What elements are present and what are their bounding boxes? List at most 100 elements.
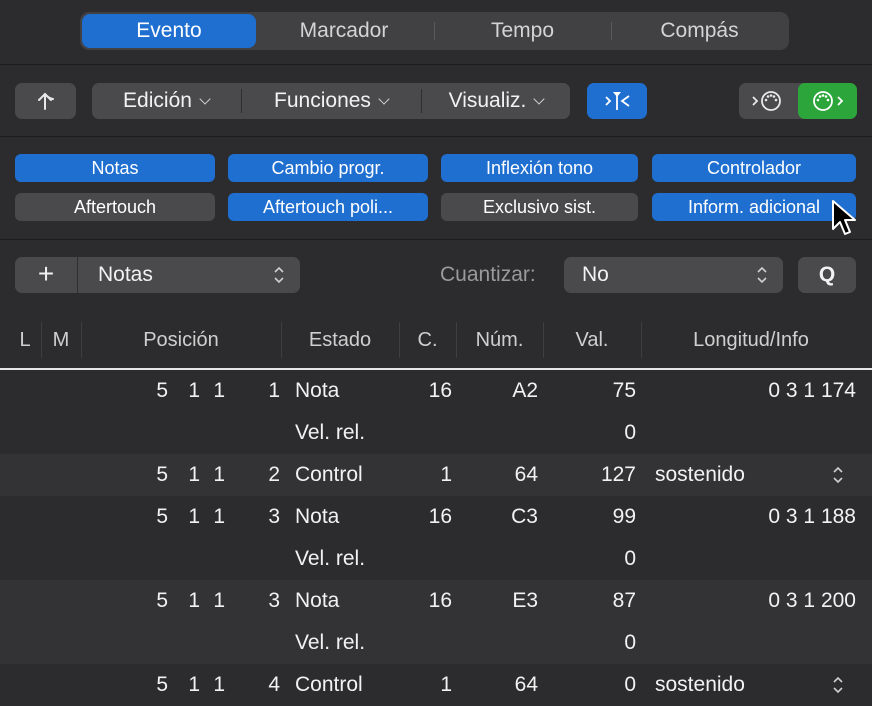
position-cell: 1	[188, 505, 200, 528]
column-header-l[interactable]: L	[10, 322, 40, 358]
position-cell: 1	[268, 379, 280, 402]
num-cell	[460, 412, 538, 454]
info-cell	[650, 412, 856, 454]
tab-tempo[interactable]: Tempo	[435, 12, 610, 50]
funciones-label: Funciones	[274, 89, 371, 112]
up-button[interactable]	[15, 83, 76, 119]
table-row[interactable]: 5 1 1 4 Control 1 64 0 sostenido	[0, 664, 872, 706]
info-cell: 0 3 1 174	[768, 379, 856, 402]
chevron-down-icon	[378, 93, 390, 105]
val-cell: 75	[612, 379, 636, 402]
estado-cell: Vel. rel.	[295, 631, 366, 654]
num-cell: C3	[511, 505, 538, 528]
estado-cell: Nota	[295, 379, 340, 402]
val-cell: 87	[612, 589, 636, 612]
table-row[interactable]: 5 1 1 1 Nota 16 A2 75 0 3 1 174	[0, 370, 872, 412]
position-cell	[180, 538, 200, 580]
funciones-menu[interactable]: Funciones	[242, 83, 420, 119]
info-cell: 0 3 1 200	[768, 589, 856, 612]
filter-aftertouch-poli[interactable]: Aftertouch poli...	[228, 193, 428, 221]
position-cell: 1	[213, 379, 225, 402]
updown-chevron-icon	[757, 266, 767, 284]
table-row[interactable]: Vel. rel. 0	[0, 538, 872, 580]
edicion-label: Edición	[123, 89, 192, 112]
val-cell: 127	[600, 463, 636, 486]
filter-inform-adicional[interactable]: Inform. adicional	[652, 193, 856, 221]
catch-playhead-button[interactable]	[587, 83, 647, 119]
column-header-num[interactable]: Núm.	[457, 322, 542, 358]
channel-cell: 16	[428, 505, 452, 528]
channel-cell: 16	[428, 379, 452, 402]
info-cell	[650, 538, 856, 580]
table-row[interactable]: Vel. rel. 0	[0, 622, 872, 664]
updown-chevron-icon	[274, 266, 284, 284]
divider	[0, 64, 872, 65]
column-header-m[interactable]: M	[42, 322, 80, 358]
updown-chevron-icon[interactable]	[832, 465, 844, 485]
chevron-down-icon	[199, 93, 211, 105]
tab-marcador[interactable]: Marcador	[256, 12, 432, 50]
updown-chevron-icon[interactable]	[832, 675, 844, 695]
position-cell: 1	[188, 589, 200, 612]
position-cell	[205, 538, 225, 580]
filter-exclusivo-sist[interactable]: Exclusivo sist.	[441, 193, 638, 221]
position-cell	[260, 538, 280, 580]
position-cell	[180, 412, 200, 454]
val-cell: 0	[624, 421, 636, 444]
midi-out-button[interactable]	[798, 83, 857, 119]
val-cell: 99	[612, 505, 636, 528]
filter-notas[interactable]: Notas	[15, 154, 215, 182]
estado-cell: Control	[295, 673, 363, 696]
midi-in-button[interactable]	[739, 83, 798, 119]
position-cell: 1	[188, 673, 200, 696]
edicion-menu[interactable]: Edición	[92, 83, 240, 119]
create-event-group: + Notas	[15, 257, 300, 293]
quantize-label: Cuantizar:	[440, 263, 536, 286]
column-header-estado[interactable]: Estado	[282, 322, 398, 358]
channel-cell: 16	[428, 589, 452, 612]
position-cell	[148, 538, 168, 580]
filter-cambio-progr[interactable]: Cambio progr.	[228, 154, 428, 182]
position-cell: 5	[156, 589, 168, 612]
column-header-val[interactable]: Val.	[544, 322, 640, 358]
position-cell: 4	[268, 673, 280, 696]
quantize-select[interactable]: No	[564, 257, 783, 293]
add-event-button[interactable]: +	[15, 257, 77, 293]
column-header-canal[interactable]: C.	[400, 322, 455, 358]
table-row[interactable]: 5 1 1 3 Nota 16 E3 87 0 3 1 200	[0, 580, 872, 622]
divider	[0, 239, 872, 240]
position-cell	[148, 622, 168, 664]
position-cell: 5	[156, 379, 168, 402]
table-row[interactable]: Vel. rel. 0	[0, 412, 872, 454]
tab-evento[interactable]: Evento	[82, 14, 256, 48]
position-cell	[180, 622, 200, 664]
column-header-longitud-info[interactable]: Longitud/Info	[642, 322, 860, 358]
position-cell: 5	[156, 673, 168, 696]
position-cell: 1	[213, 673, 225, 696]
column-header-posicion[interactable]: Posición	[82, 322, 280, 358]
mouse-pointer-icon	[832, 200, 856, 235]
event-type-select[interactable]: Notas	[78, 257, 300, 293]
position-cell: 5	[156, 505, 168, 528]
arrow-up-icon	[38, 92, 54, 110]
estado-cell: Nota	[295, 589, 340, 612]
position-cell: 3	[268, 505, 280, 528]
table-row[interactable]: 5 1 1 2 Control 1 64 127 sostenido	[0, 454, 872, 496]
num-cell	[460, 538, 538, 580]
info-cell: 0 3 1 188	[768, 505, 856, 528]
filter-aftertouch[interactable]: Aftertouch	[15, 193, 215, 221]
visualiz-menu[interactable]: Visualiz.	[422, 83, 570, 119]
menu-group: Edición Funciones Visualiz.	[92, 83, 570, 119]
filter-inflexion-tono[interactable]: Inflexión tono	[441, 154, 638, 182]
position-cell: 1	[188, 463, 200, 486]
table-row[interactable]: 5 1 1 3 Nota 16 C3 99 0 3 1 188	[0, 496, 872, 538]
channel-cell	[400, 538, 452, 580]
info-cell	[650, 622, 856, 664]
filter-controlador[interactable]: Controlador	[652, 154, 856, 182]
position-cell	[148, 412, 168, 454]
position-cell	[260, 412, 280, 454]
num-cell	[460, 622, 538, 664]
tab-compas[interactable]: Compás	[612, 12, 787, 50]
quantize-q-button[interactable]: Q	[798, 257, 856, 293]
divider	[0, 136, 872, 137]
